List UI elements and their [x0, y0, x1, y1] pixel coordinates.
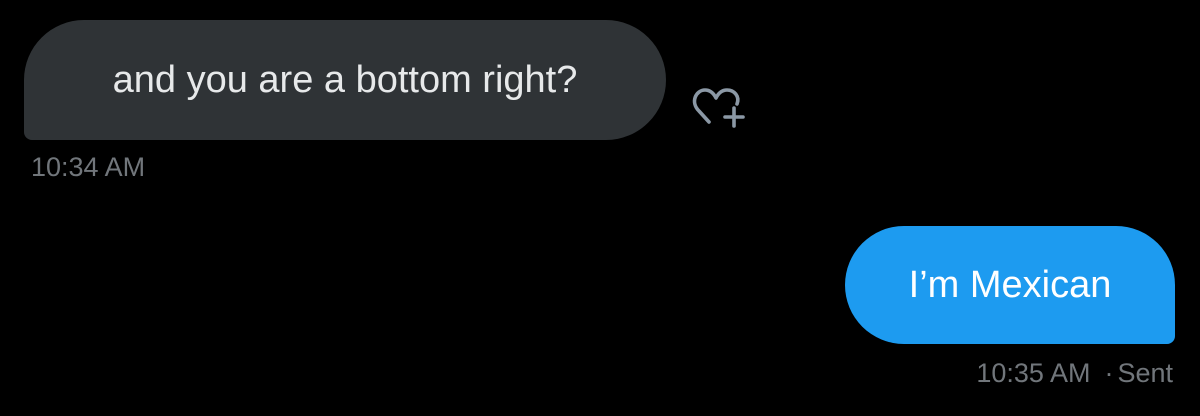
meta-separator: · [1104, 358, 1114, 388]
sent-message-text: I’m Mexican [908, 263, 1112, 306]
received-message-time: 10:34 AM [31, 152, 146, 182]
sent-message-meta: 10:35 AM · Sent [976, 358, 1173, 389]
sent-status: Sent [1117, 358, 1173, 388]
react-button[interactable] [690, 82, 754, 134]
sent-message-bubble[interactable]: I’m Mexican [845, 226, 1175, 344]
received-message-bubble[interactable]: and you are a bottom right? [24, 20, 666, 140]
received-message-text: and you are a bottom right? [112, 58, 578, 101]
heart-plus-icon [692, 88, 745, 128]
sent-message-time: 10:35 AM [976, 358, 1091, 388]
